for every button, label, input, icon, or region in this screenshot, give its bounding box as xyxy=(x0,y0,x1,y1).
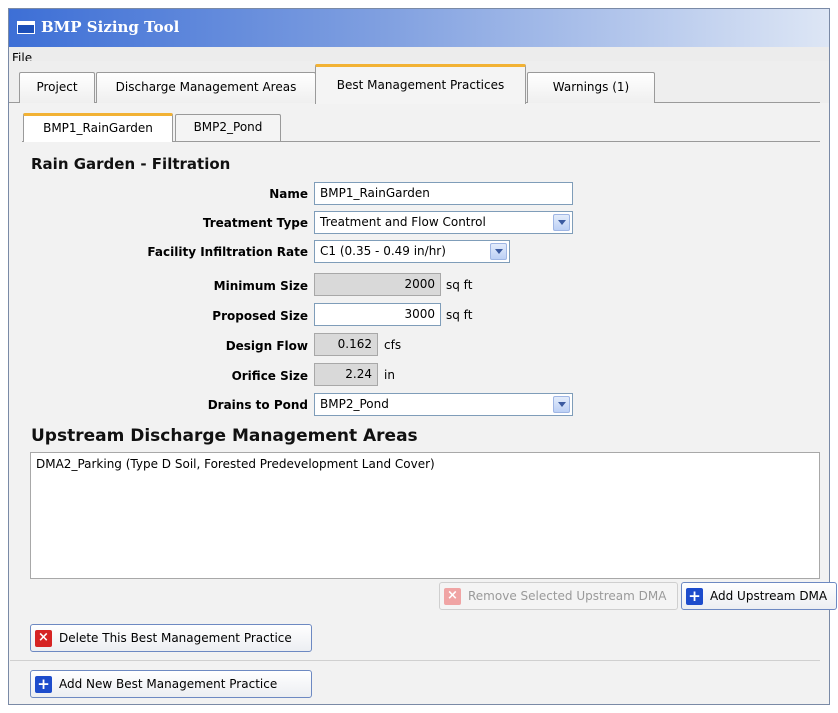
treatment-type-label: Treatment Type xyxy=(202,216,308,230)
add-upstream-dma-label: Add Upstream DMA xyxy=(710,589,828,603)
name-label: Name xyxy=(269,187,308,201)
remove-upstream-dma-label: Remove Selected Upstream DMA xyxy=(468,589,667,603)
add-new-bmp-label: Add New Best Management Practice xyxy=(59,677,278,691)
drains-to-pond-value: BMP2_Pond xyxy=(320,397,389,411)
design-flow-unit: cfs xyxy=(384,338,402,352)
treatment-type-select[interactable]: Treatment and Flow Control xyxy=(314,211,573,234)
minimum-size-label: Minimum Size xyxy=(213,279,308,293)
drains-to-pond-label: Drains to Pond xyxy=(207,398,308,412)
delete-bmp-label: Delete This Best Management Practice xyxy=(59,631,292,645)
design-flow-value: 0.162 xyxy=(314,333,378,356)
chevron-down-icon xyxy=(490,243,507,260)
tab-best-management-practices[interactable]: Best Management Practices xyxy=(315,64,526,104)
title-bar: BMP Sizing Tool xyxy=(9,9,829,47)
minimum-size-value: 2000 xyxy=(314,273,441,296)
proposed-size-label: Proposed Size xyxy=(212,309,308,323)
window-title: BMP Sizing Tool xyxy=(41,18,180,36)
add-upstream-dma-button[interactable]: + Add Upstream DMA xyxy=(681,582,837,610)
orifice-size-unit: in xyxy=(384,368,395,382)
infiltration-rate-select[interactable]: C1 (0.35 - 0.49 in/hr) xyxy=(314,240,510,263)
treatment-type-value: Treatment and Flow Control xyxy=(320,215,486,229)
plus-icon: + xyxy=(686,588,703,605)
remove-upstream-dma-button[interactable]: × Remove Selected Upstream DMA xyxy=(439,582,678,610)
close-icon: × xyxy=(35,630,52,647)
infiltration-rate-label: Facility Infiltration Rate xyxy=(147,245,308,259)
bmp-type-heading: Rain Garden - Filtration xyxy=(31,155,231,173)
tab-project[interactable]: Project xyxy=(19,72,95,103)
subtab-bmp1-raingarden[interactable]: BMP1_RainGarden xyxy=(23,113,173,142)
name-input[interactable]: BMP1_RainGarden xyxy=(314,182,573,205)
divider xyxy=(10,660,820,661)
chevron-down-icon xyxy=(553,396,570,413)
list-item[interactable]: DMA2_Parking (Type D Soil, Forested Pred… xyxy=(36,457,814,471)
proposed-size-input[interactable]: 3000 xyxy=(314,303,441,326)
design-flow-label: Design Flow xyxy=(225,339,308,353)
delete-bmp-button[interactable]: × Delete This Best Management Practice xyxy=(30,624,312,652)
upstream-dma-heading: Upstream Discharge Management Areas xyxy=(31,426,418,446)
tab-discharge-management-areas[interactable]: Discharge Management Areas xyxy=(96,72,316,103)
orifice-size-value: 2.24 xyxy=(314,363,378,386)
app-window-icon xyxy=(17,21,35,34)
upstream-dma-list[interactable]: DMA2_Parking (Type D Soil, Forested Pred… xyxy=(30,452,820,579)
close-icon: × xyxy=(444,588,461,605)
infiltration-rate-value: C1 (0.35 - 0.49 in/hr) xyxy=(320,244,446,258)
drains-to-pond-select[interactable]: BMP2_Pond xyxy=(314,393,573,416)
chevron-down-icon xyxy=(553,214,570,231)
minimum-size-unit: sq ft xyxy=(446,278,473,292)
tab-warnings[interactable]: Warnings (1) xyxy=(527,72,655,103)
subtab-bmp2-pond[interactable]: BMP2_Pond xyxy=(175,114,281,141)
plus-icon: + xyxy=(35,676,52,693)
add-new-bmp-button[interactable]: + Add New Best Management Practice xyxy=(30,670,312,698)
orifice-size-label: Orifice Size xyxy=(231,369,308,383)
proposed-size-unit: sq ft xyxy=(446,308,473,322)
